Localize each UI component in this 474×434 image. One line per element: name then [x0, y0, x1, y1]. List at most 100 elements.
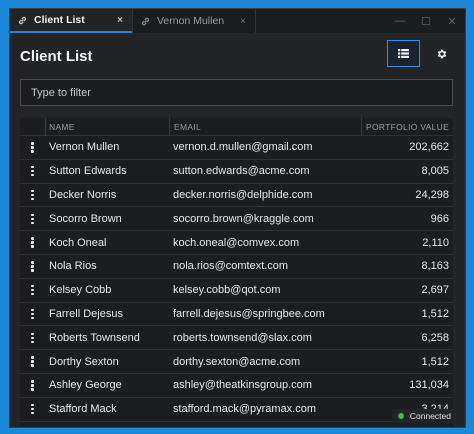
table-row[interactable]: Koch Oneal koch.oneal@comvex.com 2,110 — [20, 231, 453, 255]
link-icon — [18, 16, 27, 24]
row-menu-button[interactable] — [20, 308, 45, 320]
filter-input[interactable]: Type to filter — [20, 79, 453, 106]
close-icon[interactable]: × — [237, 16, 249, 27]
row-menu-button[interactable] — [20, 332, 45, 344]
client-name: Stafford Mack — [49, 403, 117, 416]
tab-client-list[interactable]: Client List × — [10, 9, 132, 33]
client-name: Kelsey Cobb — [49, 284, 112, 297]
portfolio-value: 966 — [430, 212, 449, 225]
client-name: Vernon Mullen — [49, 141, 120, 154]
portfolio-value: 2,110 — [422, 236, 449, 249]
kebab-menu-icon — [31, 403, 34, 415]
client-name: Roberts Townsend — [49, 331, 140, 344]
status-bar: Connected — [391, 409, 455, 423]
row-menu-button[interactable] — [20, 261, 45, 272]
status-indicator-icon — [397, 413, 404, 419]
kebab-menu-icon — [31, 284, 34, 296]
client-email: stafford.mack@pyramax.com — [173, 403, 317, 416]
row-menu-button[interactable] — [20, 284, 45, 296]
row-menu-button[interactable] — [20, 403, 45, 415]
tab-label: Client List — [34, 14, 85, 26]
portfolio-value: 6,258 — [421, 331, 449, 344]
kebab-menu-icon — [31, 213, 34, 225]
column-header-email[interactable]: EMAIL — [169, 118, 361, 136]
client-email: nola.rios@comtext.com — [173, 260, 289, 273]
settings-button[interactable] — [428, 40, 455, 67]
window-close-icon[interactable]: ✕ — [439, 15, 465, 28]
table-row[interactable]: Kelsey Cobb kelsey.cobb@qot.com 2,697 — [20, 279, 453, 303]
table-row[interactable]: Vernon Mullen vernon.d.mullen@gmail.com 20… — [20, 136, 453, 160]
table-row[interactable]: Nola Rios nola.rios@comtext.com 8,163 — [20, 255, 453, 279]
table-row[interactable]: Farrell Dejesus farrell.dejesus@springbee… — [20, 303, 453, 327]
row-menu-button[interactable] — [20, 237, 45, 248]
client-email: socorro.brown@kraggle.com — [173, 212, 314, 225]
portfolio-value: 24,298 — [415, 188, 449, 201]
row-menu-button[interactable] — [20, 142, 45, 153]
portfolio-value: 202,662 — [409, 141, 449, 154]
close-icon[interactable]: × — [114, 15, 126, 26]
table-header: NAME EMAIL PORTFOLIO VALUE — [20, 118, 453, 136]
row-menu-button[interactable] — [20, 356, 45, 367]
client-name: Ashley George — [49, 379, 122, 392]
client-name: Koch Oneal — [49, 236, 107, 249]
client-email: farrell.dejesus@springbee.com — [173, 307, 325, 320]
kebab-menu-icon — [31, 332, 34, 344]
window-controls: — ☐ ✕ — [387, 9, 465, 33]
row-menu-button[interactable] — [20, 165, 45, 177]
tab-vernon-mullen[interactable]: Vernon Mullen × — [132, 9, 256, 33]
client-name: Farrell Dejesus — [49, 307, 123, 320]
kebab-menu-icon — [31, 356, 34, 367]
tab-label: Vernon Mullen — [157, 15, 225, 27]
page-title: Client List — [20, 47, 93, 65]
table-row[interactable]: Sutton Edwards sutton.edwards@acme.com 8,0… — [20, 160, 453, 184]
link-icon — [141, 17, 150, 25]
portfolio-value: 131,034 — [409, 379, 449, 392]
client-email: dorthy.sexton@acme.com — [173, 355, 301, 368]
tab-bar: Client List × Vernon Mullen × — ☐ ✕ — [10, 9, 465, 33]
client-name: Decker Norris — [49, 188, 117, 201]
kebab-menu-icon — [31, 380, 34, 391]
portfolio-value: 8,163 — [421, 260, 449, 273]
client-name: Socorro Brown — [49, 212, 122, 225]
client-email: ashley@theatkinsgroup.com — [173, 379, 312, 392]
kebab-menu-icon — [31, 142, 34, 153]
client-name: Dorthy Sexton — [49, 355, 119, 368]
column-header-name[interactable]: NAME — [45, 118, 169, 136]
row-menu-button[interactable] — [20, 380, 45, 391]
gear-icon — [437, 49, 446, 58]
client-email: vernon.d.mullen@gmail.com — [173, 141, 313, 154]
status-text: Connected — [409, 411, 451, 421]
page-header: Client List — [10, 33, 465, 79]
row-menu-button[interactable] — [20, 213, 45, 225]
client-email: koch.oneal@comvex.com — [173, 236, 300, 249]
client-table: NAME EMAIL PORTFOLIO VALUE Vernon Mullen… — [20, 118, 453, 427]
list-view-icon — [398, 49, 409, 58]
app-window: Client List × Vernon Mullen × — ☐ ✕ Clie… — [9, 8, 466, 428]
table-row[interactable]: Roberts Townsend roberts.townsend@slax.co… — [20, 326, 453, 351]
table-row[interactable]: Socorro Brown socorro.brown@kraggle.com 96… — [20, 207, 453, 232]
client-name: Sutton Edwards — [49, 165, 127, 178]
kebab-menu-icon — [31, 189, 34, 201]
table-row[interactable]: Ashley George ashley@theatkinsgroup.com 13… — [20, 374, 453, 398]
table-body: Vernon Mullen vernon.d.mullen@gmail.com 20… — [20, 136, 453, 422]
row-menu-button[interactable] — [20, 189, 45, 201]
kebab-menu-icon — [31, 261, 34, 272]
portfolio-value: 8,005 — [421, 165, 449, 178]
list-view-button[interactable] — [387, 40, 420, 67]
client-email: sutton.edwards@acme.com — [173, 165, 310, 178]
client-email: kelsey.cobb@qot.com — [173, 284, 281, 297]
kebab-menu-icon — [31, 308, 34, 320]
table-row[interactable]: Decker Norris decker.norris@delphide.com 2… — [20, 184, 453, 208]
column-header-portfolio-value[interactable]: PORTFOLIO VALUE — [361, 118, 453, 136]
client-email: decker.norris@delphide.com — [173, 188, 313, 201]
table-row[interactable]: Dorthy Sexton dorthy.sexton@acme.com 1,512 — [20, 350, 453, 374]
portfolio-value: 2,697 — [421, 284, 449, 297]
kebab-menu-icon — [31, 165, 34, 177]
maximize-icon[interactable]: ☐ — [413, 15, 439, 28]
minimize-icon[interactable]: — — [387, 15, 413, 27]
table-row[interactable]: Stafford Mackstafford.mack@pyramax.com3,… — [20, 398, 453, 422]
client-email: roberts.townsend@slax.com — [173, 331, 312, 344]
portfolio-value: 1,512 — [421, 307, 449, 320]
portfolio-value: 1,512 — [421, 355, 449, 368]
kebab-menu-icon — [31, 237, 34, 248]
